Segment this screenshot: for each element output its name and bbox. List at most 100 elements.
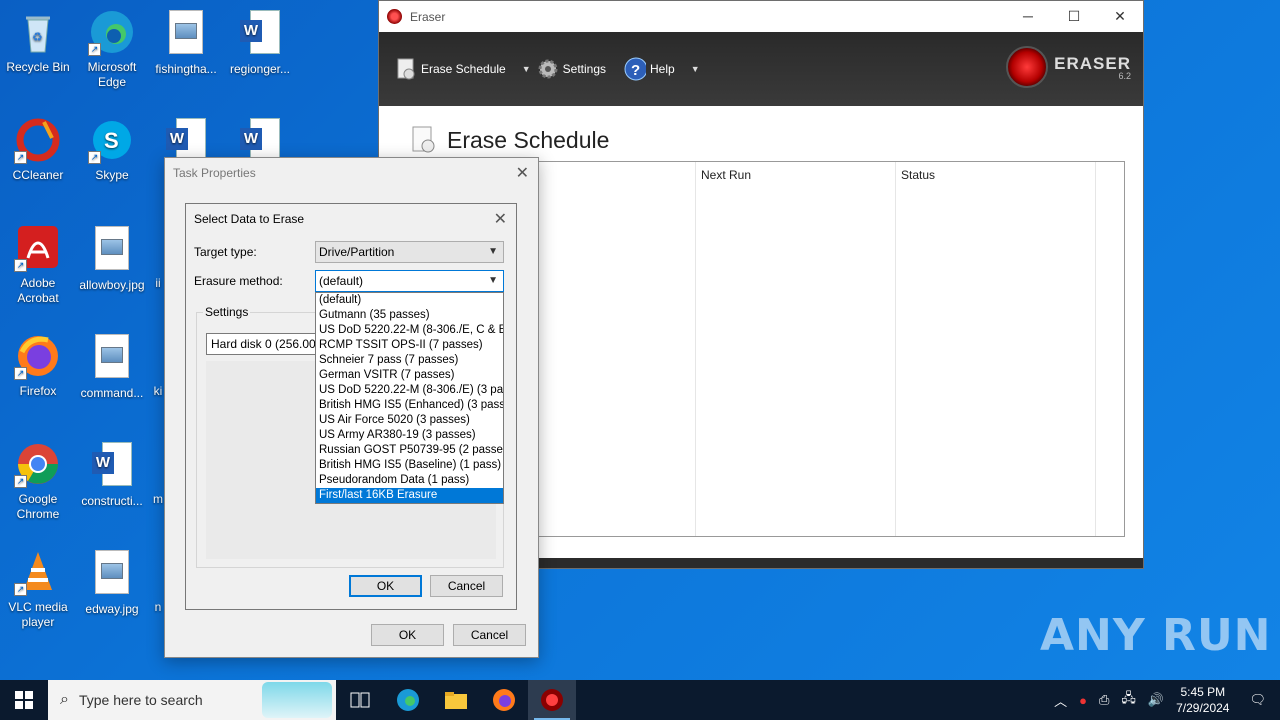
taskbar-eraser[interactable] <box>528 680 576 720</box>
vlc-icon: ↗ <box>14 548 62 596</box>
schedule-doc-icon <box>411 126 437 154</box>
help-label: Help <box>650 62 675 76</box>
clock[interactable]: 5:45 PM 7/29/2024 <box>1176 684 1229 716</box>
desktop-icon-label: allowboy.jpg <box>79 278 145 292</box>
erasure-method-option[interactable]: US Air Force 5020 (3 passes) <box>316 413 503 428</box>
task-ok-button[interactable]: OK <box>371 624 444 646</box>
column-header-next-run[interactable]: Next Run <box>701 168 751 182</box>
taskbar-edge[interactable] <box>384 680 432 720</box>
desktop-icon-edge[interactable]: ↗ Microsoft Edge <box>74 8 150 90</box>
desktop-icon-fishingtha[interactable]: fishingtha... <box>148 8 224 77</box>
image-file-icon <box>88 334 136 382</box>
erasure-method-option[interactable]: (default) <box>316 293 503 308</box>
shortcut-arrow-icon: ↗ <box>88 43 101 56</box>
close-icon[interactable]: ✕ <box>1097 1 1143 31</box>
device-icon[interactable]: ⎙ <box>1099 692 1109 708</box>
clock-date: 7/29/2024 <box>1176 701 1230 715</box>
eraser-tray-icon[interactable]: ● <box>1079 693 1087 708</box>
desktop-icon-chrome[interactable]: ↗ Google Chrome <box>0 440 76 522</box>
taskbar-firefox[interactable] <box>480 680 528 720</box>
start-button[interactable] <box>0 680 48 720</box>
column-header-status[interactable]: Status <box>901 168 935 182</box>
desktop-icon-label: fishingtha... <box>155 62 217 76</box>
folder-icon <box>445 692 467 709</box>
erasure-method-option[interactable]: Gutmann (35 passes) <box>316 308 503 323</box>
taskbar-file-explorer[interactable] <box>432 680 480 720</box>
dialog-title: Task Properties <box>173 166 256 180</box>
desktop-icon-regionger[interactable]: W regionger... <box>222 8 298 77</box>
chevron-down-icon[interactable]: ▼ <box>522 64 531 74</box>
eraser-titlebar[interactable]: Eraser ─ ☐ ✕ <box>379 1 1143 32</box>
desktop-icon-label: command... <box>80 386 144 400</box>
erasure-method-option[interactable]: German VSITR (7 passes) <box>316 368 503 383</box>
erasure-method-dropdown-list[interactable]: (default) Gutmann (35 passes) US DoD 5220.… <box>315 292 504 504</box>
settings-button[interactable]: Settings <box>537 58 606 80</box>
chevron-up-icon[interactable]: ︿ <box>1054 691 1067 710</box>
shortcut-arrow-icon: ↗ <box>14 475 27 488</box>
eraser-logo: ERASER 6.2 <box>1006 46 1131 88</box>
erasure-method-option[interactable]: US DoD 5220.22-M (8-306./E) (3 passes) <box>316 383 503 398</box>
chevron-down-icon[interactable]: ▼ <box>691 64 700 74</box>
desktop-icon-acrobat[interactable]: ↗ Adobe Acrobat <box>0 224 76 306</box>
desktop-icon-command[interactable]: command... <box>74 332 150 401</box>
desktop-icon-allowboy[interactable]: allowboy.jpg <box>74 224 150 293</box>
svg-text:S: S <box>104 128 119 153</box>
desktop-icon-vlc[interactable]: ↗ VLC media player <box>0 548 76 630</box>
desktop-icon-label: regionger... <box>229 62 291 76</box>
shortcut-arrow-icon: ↗ <box>14 259 27 272</box>
window-controls: ─ ☐ ✕ <box>1005 1 1143 31</box>
taskbar-search[interactable]: ⌕ Type here to search <box>48 680 336 720</box>
close-icon[interactable]: ✕ <box>494 209 507 229</box>
help-icon: ? <box>624 57 647 81</box>
erasure-method-option[interactable]: Pseudorandom Data (1 pass) <box>316 473 503 488</box>
desktop-icon-label: CCleaner <box>12 168 64 182</box>
erase-schedule-button[interactable]: Erase Schedule <box>395 58 506 80</box>
maximize-icon[interactable]: ☐ <box>1051 1 1097 31</box>
erase-schedule-label: Erase Schedule <box>421 62 506 76</box>
svg-text:♻: ♻ <box>32 30 43 44</box>
desktop-icon-label: Skype <box>95 168 129 182</box>
acrobat-icon: ↗ <box>14 224 62 272</box>
close-icon[interactable]: ✕ <box>516 163 529 183</box>
desktop-icon-constructi[interactable]: W constructi... <box>74 440 150 509</box>
select-cancel-button[interactable]: Cancel <box>430 575 503 597</box>
erasure-method-option[interactable]: Schneier 7 pass (7 passes) <box>316 353 503 368</box>
task-view-button[interactable] <box>336 680 384 720</box>
desktop-icon-firefox[interactable]: ↗ Firefox <box>0 332 76 399</box>
erasure-method-option[interactable]: US DoD 5220.22-M (8-306./E, C & E) <box>316 323 503 338</box>
help-button[interactable]: ? Help <box>624 57 675 81</box>
desktop-icon-recycle-bin[interactable]: ♻ Recycle Bin <box>0 8 76 75</box>
recycle-bin-icon: ♻ <box>14 8 62 56</box>
erasure-method-select[interactable]: (default) ▼ <box>315 270 504 292</box>
schedule-doc-icon <box>395 58 417 80</box>
task-cancel-button[interactable]: Cancel <box>453 624 526 646</box>
image-file-icon <box>88 550 136 598</box>
erasure-method-option[interactable]: Russian GOST P50739-95 (2 passes) <box>316 443 503 458</box>
search-icon: ⌕ <box>60 691 69 708</box>
volume-icon[interactable]: 🔊 <box>1148 692 1164 708</box>
window-title: Eraser <box>410 9 446 24</box>
network-icon[interactable]: 🖧 <box>1121 689 1136 711</box>
taskbar: ⌕ Type here to search ︿ ● ⎙ 🖧 🔊 5:45 PM … <box>0 680 1280 720</box>
desktop-icon-edway[interactable]: edway.jpg <box>74 548 150 617</box>
erasure-method-option[interactable]: RCMP TSSIT OPS-II (7 passes) <box>316 338 503 353</box>
erasure-method-option[interactable]: First/last 16KB Erasure <box>316 488 503 503</box>
erasure-method-option[interactable]: British HMG IS5 (Baseline) (1 pass) <box>316 458 503 473</box>
chevron-down-icon: ▼ <box>488 275 498 286</box>
dialog-title: Select Data to Erase <box>194 212 305 226</box>
target-type-label: Target type: <box>194 245 257 259</box>
word-file-icon: W <box>88 442 136 490</box>
desktop-icon-skype[interactable]: S ↗ Skype <box>74 116 150 183</box>
target-type-select[interactable]: Drive/Partition ▼ <box>315 241 504 263</box>
notification-icon[interactable]: 🗨 <box>1249 692 1266 708</box>
ccleaner-icon: ↗ <box>14 116 62 164</box>
minimize-icon[interactable]: ─ <box>1005 1 1051 31</box>
erasure-method-option[interactable]: British HMG IS5 (Enhanced) (3 passes) <box>316 398 503 413</box>
disk-select[interactable]: Hard disk 0 (256.00 G <box>206 333 326 355</box>
desktop-icon-ccleaner[interactable]: ↗ CCleaner <box>0 116 76 183</box>
erasure-method-value: (default) <box>319 274 364 288</box>
settings-label: Settings <box>562 62 607 76</box>
erasure-method-option[interactable]: US Army AR380-19 (3 passes) <box>316 428 503 443</box>
image-file-icon <box>88 226 136 274</box>
select-ok-button[interactable]: OK <box>349 575 422 597</box>
